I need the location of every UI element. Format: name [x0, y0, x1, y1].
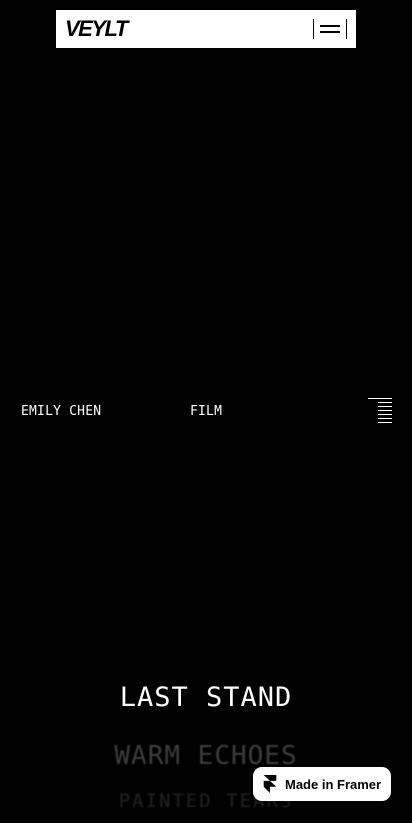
- site-logo[interactable]: VEYLT: [65, 17, 128, 41]
- made-in-framer-badge[interactable]: Made in Framer: [253, 767, 391, 801]
- project-meta-row: EMILY CHEN FILM: [0, 404, 412, 424]
- project-category: FILM: [190, 404, 223, 419]
- framer-icon: [263, 775, 277, 793]
- top-navigation-bar: VEYLT: [56, 10, 356, 48]
- project-author: EMILY CHEN: [21, 404, 102, 419]
- project-title-active[interactable]: LAST STAND: [0, 682, 412, 713]
- ruler-lines-icon: [368, 398, 394, 428]
- menu-button[interactable]: [313, 19, 347, 39]
- badge-label: Made in Framer: [285, 776, 382, 792]
